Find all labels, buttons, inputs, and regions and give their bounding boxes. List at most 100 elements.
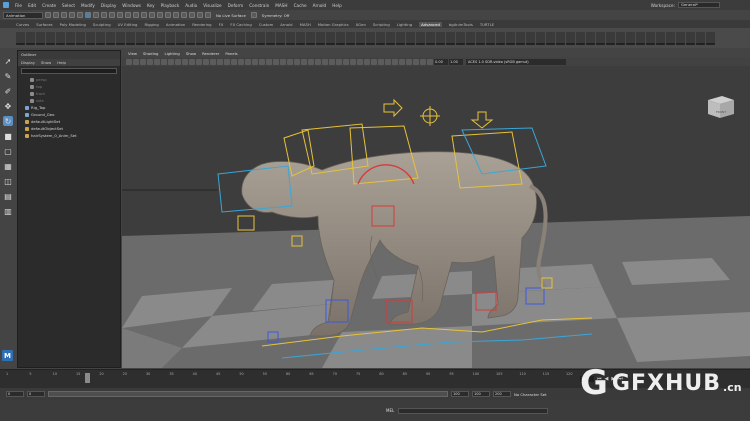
shelf-tool-button[interactable] <box>576 31 585 45</box>
viewport-toolbar-button[interactable] <box>175 58 181 65</box>
layout-outliner-icon[interactable]: ▤ <box>3 191 13 201</box>
range-slider-bar[interactable] <box>48 391 448 397</box>
shelf-tool-button[interactable] <box>496 31 505 45</box>
shelf-tool-button[interactable] <box>86 31 95 45</box>
shelf-tool-button[interactable] <box>386 31 395 45</box>
menu-modify[interactable]: Modify <box>81 3 95 8</box>
shelf-tool-button[interactable] <box>446 31 455 45</box>
playback-start-field[interactable]: 0 <box>27 391 45 397</box>
shelf-tab-bganimtools[interactable]: bgAnimTools <box>449 22 473 27</box>
shelf-tool-button[interactable] <box>276 31 285 45</box>
menu-create[interactable]: Create <box>42 3 56 8</box>
shelf-tool-button[interactable] <box>466 31 475 45</box>
shelf-tool-button[interactable] <box>56 31 65 45</box>
viewport-menu-lighting[interactable]: Lighting <box>164 50 179 57</box>
shelf-tool-button[interactable] <box>456 31 465 45</box>
shelf-tab-uv-editing[interactable]: UV Editing <box>118 22 138 27</box>
viewport-toolbar-button[interactable] <box>413 58 419 65</box>
shelf-tool-button[interactable] <box>656 31 665 45</box>
gamma-field[interactable]: 1.00 <box>449 58 463 65</box>
outliner-item[interactable]: Ground_Geo <box>18 111 120 118</box>
viewport-scene[interactable]: FRONT <box>122 66 750 368</box>
shelf-tab-arnold[interactable]: Arnold <box>280 22 292 27</box>
shelf-tool-button[interactable] <box>586 31 595 45</box>
outliner-menu-help[interactable]: Help <box>57 59 66 66</box>
shelf-tool-button[interactable] <box>246 31 255 45</box>
shelf-tool-button[interactable] <box>646 31 655 45</box>
menu-playback[interactable]: Playback <box>161 3 180 8</box>
viewport-toolbar-button[interactable] <box>126 58 132 65</box>
viewport-toolbar-button[interactable] <box>392 58 398 65</box>
viewport-menu-shading[interactable]: Shading <box>143 50 158 57</box>
command-input[interactable] <box>398 407 549 414</box>
save-scene-icon[interactable] <box>61 12 67 18</box>
shelf-tab-sculpting[interactable]: Sculpting <box>93 22 111 27</box>
shelf-tool-button[interactable] <box>706 31 715 45</box>
snap-surface-icon[interactable] <box>141 12 147 18</box>
render-settings-icon[interactable] <box>173 12 179 18</box>
menuset-dropdown[interactable]: Animation <box>3 11 43 19</box>
shelf-tool-button[interactable] <box>216 31 225 45</box>
shelf-tool-button[interactable] <box>616 31 625 45</box>
color-space-dropdown[interactable]: ACES 1.0 SDR-video (sRGB gamut) <box>466 58 566 65</box>
shelf-tool-button[interactable] <box>676 31 685 45</box>
rotate-tool-icon[interactable]: ↻ <box>3 116 13 126</box>
menu-windows[interactable]: Windows <box>122 3 141 8</box>
shelf-tool-button[interactable] <box>186 31 195 45</box>
viewport-toolbar-button[interactable] <box>217 58 223 65</box>
select-object-icon[interactable] <box>93 12 99 18</box>
viewport-toolbar-button[interactable] <box>322 58 328 65</box>
shelf-tool-button[interactable] <box>76 31 85 45</box>
menu-deform[interactable]: Deform <box>228 3 244 8</box>
animation-end-field[interactable]: 100 <box>472 391 490 397</box>
menu-mash[interactable]: MASH <box>275 3 287 8</box>
viewport-toolbar-button[interactable] <box>182 58 188 65</box>
magnet-icon[interactable] <box>205 12 211 18</box>
viewport-toolbar-button[interactable] <box>196 58 202 65</box>
shelf-tab-advanced[interactable]: Advanced <box>419 21 442 27</box>
history-icon[interactable] <box>149 12 155 18</box>
viewport-toolbar-button[interactable] <box>378 58 384 65</box>
outliner-item[interactable]: hairSystem_0_Anim_Set <box>18 132 120 139</box>
shelf-tool-button[interactable] <box>346 31 355 45</box>
shelf-tool-button[interactable] <box>126 31 135 45</box>
snap-grid-icon[interactable] <box>109 12 115 18</box>
shelf-tool-button[interactable] <box>516 31 525 45</box>
layout-graph-icon[interactable]: ▥ <box>3 206 13 216</box>
snap-point-icon[interactable] <box>125 12 131 18</box>
shelf-tab-fx-caching[interactable]: FX Caching <box>230 22 251 27</box>
shelf-tool-button[interactable] <box>26 31 35 45</box>
layout-four-icon[interactable]: ▦ <box>3 161 13 171</box>
symmetry-status[interactable]: Symmetry: Off <box>259 13 293 18</box>
shelf-tool-button[interactable] <box>606 31 615 45</box>
outliner-item[interactable]: defaultObjectSet <box>18 125 120 132</box>
shelf-tool-button[interactable] <box>416 31 425 45</box>
shelf-tool-button[interactable] <box>536 31 545 45</box>
shelf-tool-button[interactable] <box>106 31 115 45</box>
viewport-menu-show[interactable]: Show <box>186 50 196 57</box>
viewport-toolbar-button[interactable] <box>168 58 174 65</box>
menu-audio[interactable]: Audio <box>185 3 197 8</box>
snap-curve-icon[interactable] <box>117 12 123 18</box>
scale-tool-icon[interactable]: ■ <box>3 131 13 141</box>
shelf-tool-button[interactable] <box>666 31 675 45</box>
shelf-tab-rendering[interactable]: Rendering <box>192 22 211 27</box>
shelf-tool-button[interactable] <box>426 31 435 45</box>
menu-edit[interactable]: Edit <box>28 3 36 8</box>
shelf-tool-button[interactable] <box>96 31 105 45</box>
shelf-tool-button[interactable] <box>356 31 365 45</box>
viewport-toolbar-button[interactable] <box>329 58 335 65</box>
shelf-tool-button[interactable] <box>546 31 555 45</box>
shelf-tool-button[interactable] <box>296 31 305 45</box>
command-language-label[interactable]: MEL <box>386 408 394 413</box>
outliner-menu-display[interactable]: Display <box>21 59 35 66</box>
shelf-tab-scripting[interactable]: Scripting <box>373 22 390 27</box>
viewport-toolbar-button[interactable] <box>308 58 314 65</box>
shelf-tool-button[interactable] <box>46 31 55 45</box>
shelf-tool-button[interactable] <box>156 31 165 45</box>
shelf-tool-button[interactable] <box>256 31 265 45</box>
shelf-tab-lighting[interactable]: Lighting <box>397 22 412 27</box>
menu-file[interactable]: File <box>15 3 22 8</box>
viewport-toolbar-button[interactable] <box>189 58 195 65</box>
shelf-tool-button[interactable] <box>326 31 335 45</box>
